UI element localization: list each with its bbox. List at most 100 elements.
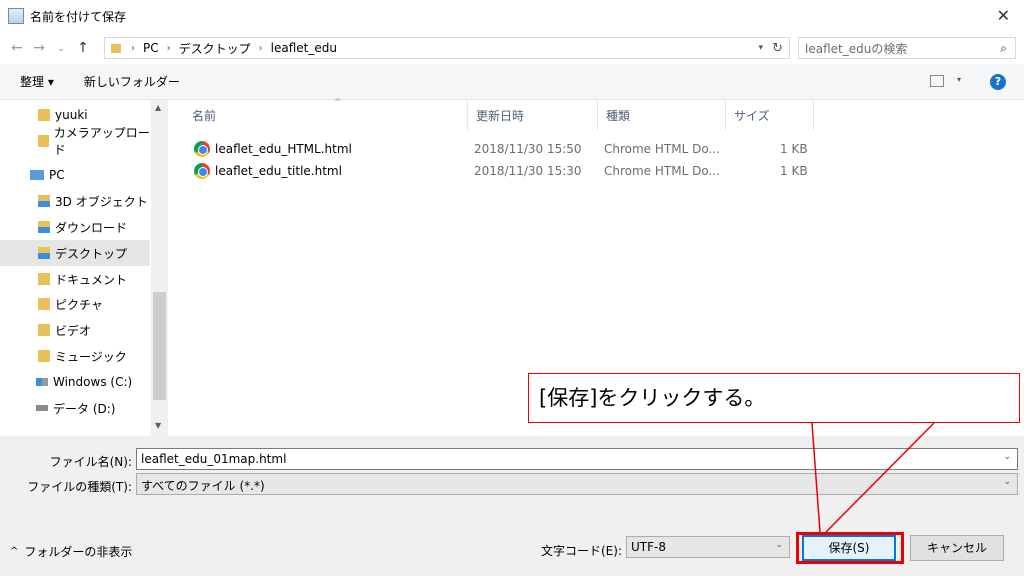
chevron-down-icon[interactable]: ⌄: [1003, 452, 1011, 462]
command-bar: 整理 ▾ 新しいフォルダー ▾ ?: [0, 64, 1024, 100]
sidebar-scrollbar-thumb[interactable]: [153, 292, 166, 400]
help-icon[interactable]: ?: [990, 74, 1006, 90]
filename-field[interactable]: leaflet_edu_01map.html ⌄: [136, 448, 1018, 470]
back-arrow-icon[interactable]: ←: [6, 40, 28, 56]
column-header-label: 種類: [606, 108, 631, 123]
search-icon: ⌕: [1000, 40, 1007, 55]
drive-icon: [36, 378, 48, 386]
title-bar: 名前を付けて保存 ✕: [0, 0, 1024, 32]
file-type: Chrome HTML Do...: [604, 142, 720, 156]
hide-folders-label: フォルダーの非表示: [24, 545, 133, 559]
recent-locations-chevron-icon[interactable]: ⌄: [50, 43, 72, 54]
sidebar-item-label: デスクトップ: [55, 246, 128, 261]
column-header-name[interactable]: 名前 ^: [184, 98, 468, 130]
pictures-folder-icon: [38, 298, 50, 310]
sidebar-item-label: カメラアップロード: [53, 126, 150, 157]
file-name: leaflet_edu_title.html: [215, 164, 342, 178]
column-header-label: 更新日時: [476, 108, 525, 123]
sidebar-item-pictures[interactable]: ピクチャ: [0, 291, 150, 317]
close-icon[interactable]: ✕: [997, 6, 1010, 25]
sidebar-item-downloads[interactable]: ダウンロード: [0, 214, 150, 240]
file-size: 1 KB: [780, 142, 808, 156]
breadcrumb-separator-icon: ›: [166, 42, 171, 54]
encoding-label: 文字コード(E):: [541, 544, 622, 558]
sidebar-item-windows-c[interactable]: Windows (C:): [0, 369, 150, 395]
scroll-up-arrow-icon[interactable]: ▲: [155, 103, 161, 112]
pc-icon: [30, 170, 44, 180]
column-header-label: 名前: [192, 108, 217, 123]
table-row[interactable]: leaflet_edu_HTML.html 2018/11/30 15:50 C…: [192, 139, 812, 161]
column-header-size[interactable]: サイズ: [726, 100, 814, 130]
sidebar-item-camera-uploads[interactable]: カメラアップロード: [0, 126, 150, 157]
sidebar-item-data-d[interactable]: データ (D:): [0, 395, 150, 421]
filename-label: ファイル名(N):: [49, 455, 132, 469]
sidebar-item-3d-objects[interactable]: 3D オブジェクト: [0, 188, 150, 214]
save-button-highlight: [796, 532, 904, 564]
sidebar-item-label: データ (D:): [53, 401, 116, 416]
sidebar-item-documents[interactable]: ドキュメント: [0, 266, 150, 292]
folder-icon: [38, 109, 50, 121]
navigation-bar: ← → ⌄ ↑ › PC › デスクトップ › leaflet_edu ▾ ↻ …: [0, 32, 1024, 64]
search-input[interactable]: leaflet_eduの検索 ⌕: [798, 37, 1016, 59]
chevron-up-icon: ^: [10, 546, 19, 557]
table-row[interactable]: leaflet_edu_title.html 2018/11/30 15:30 …: [192, 161, 812, 183]
filename-value: leaflet_edu_01map.html: [141, 452, 287, 466]
sidebar-item-label: ダウンロード: [55, 220, 128, 235]
address-bar[interactable]: › PC › デスクトップ › leaflet_edu ▾ ↻: [104, 37, 790, 59]
sidebar-item-label: yuuki: [55, 108, 88, 122]
sidebar-item-videos[interactable]: ビデオ: [0, 317, 150, 343]
search-placeholder: leaflet_eduの検索: [805, 41, 908, 56]
filetype-select[interactable]: すべてのファイル (*.*) ⌄: [136, 473, 1018, 495]
column-header-type[interactable]: 種類: [598, 100, 726, 130]
refresh-icon[interactable]: ↻: [772, 41, 783, 56]
breadcrumb-pc[interactable]: PC: [143, 41, 159, 55]
music-folder-icon: [38, 350, 50, 362]
cancel-button[interactable]: キャンセル: [910, 535, 1004, 561]
sidebar-item-label: PC: [49, 168, 65, 182]
sidebar-item-music[interactable]: ミュージック: [0, 343, 150, 369]
breadcrumb-separator-icon: ›: [131, 42, 135, 54]
encoding-select[interactable]: UTF-8 ⌄: [626, 536, 790, 558]
documents-folder-icon: [38, 273, 50, 285]
file-modified: 2018/11/30 15:50: [474, 142, 582, 156]
organize-button[interactable]: 整理 ▾: [20, 73, 54, 90]
sidebar-item-label: 3D オブジェクト: [55, 194, 148, 209]
sidebar-item-label: Windows (C:): [53, 375, 133, 389]
up-folder-arrow-icon[interactable]: ↑: [72, 40, 94, 56]
sidebar-item-desktop[interactable]: デスクトップ: [0, 240, 150, 266]
sidebar-item-label: ビデオ: [55, 323, 92, 338]
view-dropdown-icon[interactable]: ▾: [957, 75, 961, 84]
file-modified: 2018/11/30 15:30: [474, 164, 582, 178]
sidebar-item-label: ドキュメント: [55, 272, 128, 287]
file-type: Chrome HTML Do...: [604, 164, 720, 178]
chevron-down-icon[interactable]: ⌄: [775, 540, 783, 550]
hide-folders-toggle[interactable]: ^ フォルダーの非表示: [10, 543, 132, 560]
save-dialog-icon: [8, 8, 24, 24]
desktop-folder-icon: [38, 247, 50, 259]
breadcrumb-leaflet-edu[interactable]: leaflet_edu: [271, 41, 337, 55]
instruction-callout: [保存]をクリックする。: [528, 373, 1020, 423]
column-header-label: サイズ: [734, 108, 770, 123]
scroll-down-arrow-icon[interactable]: ▼: [155, 421, 161, 430]
file-name: leaflet_edu_HTML.html: [215, 142, 352, 156]
breadcrumb-separator-icon: ›: [258, 42, 263, 54]
drive-icon: [36, 405, 48, 411]
column-header-modified[interactable]: 更新日時: [468, 100, 598, 130]
breadcrumb-desktop[interactable]: デスクトップ: [179, 40, 251, 57]
view-options-icon[interactable]: [930, 75, 944, 87]
navigation-pane: yuuki カメラアップロード PC 3D オブジェクト ダウンロード デスクト…: [0, 100, 152, 436]
filetype-value: すべてのファイル (*.*): [141, 479, 265, 493]
filetype-label: ファイルの種類(T):: [27, 480, 132, 494]
address-dropdown-icon[interactable]: ▾: [758, 43, 763, 53]
folder-icon: [111, 43, 121, 53]
file-size: 1 KB: [780, 164, 808, 178]
forward-arrow-icon[interactable]: →: [28, 40, 50, 56]
sidebar-item-pc[interactable]: PC: [0, 162, 150, 188]
chrome-html-file-icon: [194, 163, 210, 179]
3d-objects-folder-icon: [38, 195, 50, 207]
chevron-down-icon[interactable]: ⌄: [1003, 477, 1011, 487]
new-folder-button[interactable]: 新しいフォルダー: [84, 73, 180, 90]
videos-folder-icon: [38, 324, 50, 336]
encoding-value: UTF-8: [631, 540, 666, 554]
sidebar-item-label: ミュージック: [55, 349, 127, 364]
